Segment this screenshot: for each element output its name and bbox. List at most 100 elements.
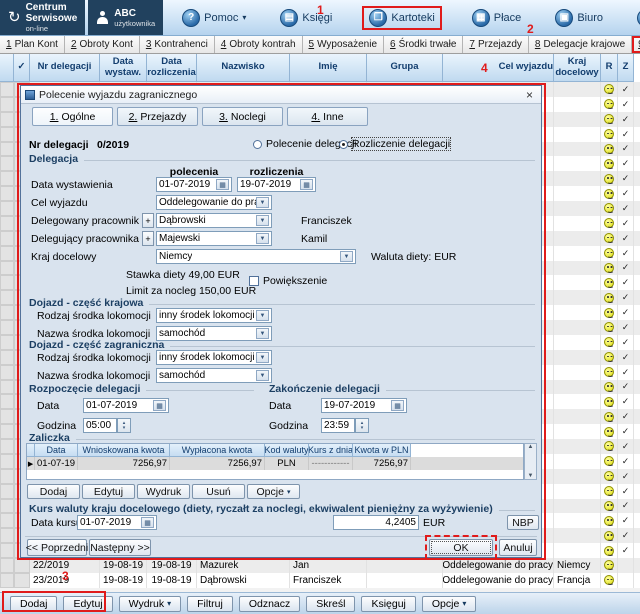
delegujacy-add-button[interactable]: + bbox=[142, 231, 154, 246]
radio-rozliczenie-delegacji[interactable]: Rozliczenie delegacji bbox=[339, 138, 450, 150]
close-icon[interactable]: × bbox=[522, 88, 537, 101]
data-rozliczenia-field[interactable]: 19-07-2019 ▦ bbox=[237, 177, 316, 192]
delegowany-select[interactable]: Dąbrowski ▼ bbox=[156, 213, 272, 228]
bottom-opcje-button[interactable]: Opcje▾ bbox=[422, 596, 476, 612]
tab-8[interactable]: 8Delegacje krajowe bbox=[529, 36, 632, 53]
tab-7[interactable]: 7Przejazdy bbox=[463, 36, 528, 53]
zal-col-header[interactable]: Wypłacona kwota bbox=[170, 444, 265, 457]
tab-9[interactable]: 9Delegacje zagraniczne bbox=[632, 36, 640, 53]
col-check[interactable]: ✓ bbox=[14, 54, 30, 82]
tab-label: Obroty kontrah bbox=[229, 39, 295, 50]
table-row[interactable]: 23/201919-08-1919-08-19DąbrowskiFrancisz… bbox=[0, 573, 640, 588]
dialog-tab-przejazdy[interactable]: 2.Przejazdy bbox=[117, 107, 198, 126]
cell-r bbox=[601, 112, 618, 127]
col-cel-wyjazdu[interactable]: Cel wyjazdu bbox=[443, 54, 554, 82]
toolbar-menu-system[interactable]: ⚙System bbox=[633, 7, 640, 29]
col-row-selector[interactable] bbox=[0, 54, 14, 82]
cel-wyjazdu-select[interactable]: Oddelegowanie do pracy ▼ bbox=[156, 195, 272, 210]
zaliczka-scrollbar[interactable]: ▲ ▼ bbox=[524, 443, 537, 480]
scroll-up-icon[interactable]: ▲ bbox=[528, 444, 534, 450]
delegujacy-select[interactable]: Majewski ▼ bbox=[156, 231, 272, 246]
toolbar-menu-ksiegi[interactable]: ▤Księgi bbox=[276, 7, 336, 29]
col-kraj-docelowy[interactable]: Kraj docelowy bbox=[554, 54, 601, 82]
previous-button[interactable]: << Poprzedni bbox=[27, 539, 87, 556]
toolbar-menu-biuro[interactable]: ▣Biuro bbox=[551, 7, 607, 29]
calendar-icon[interactable]: ▦ bbox=[391, 400, 404, 411]
dialog-tab-ogólne[interactable]: 1.Ogólne bbox=[32, 107, 113, 126]
col-nr-delegacji[interactable]: Nr delegacji bbox=[30, 54, 100, 82]
cell-r bbox=[601, 127, 618, 142]
kurs-value-field[interactable]: 4,2405 bbox=[333, 515, 419, 530]
app-logo[interactable]: ↻ Centrum Serwisowe on-line bbox=[0, 0, 85, 35]
check-icon: ✓ bbox=[622, 367, 630, 378]
bottom-odznacz-button[interactable]: Odznacz bbox=[239, 596, 300, 612]
delegowany-add-button[interactable]: + bbox=[142, 213, 154, 228]
col-data-wystaw[interactable]: Data wystaw. bbox=[100, 54, 147, 82]
zaliczka-usuń-button[interactable]: Usuń bbox=[192, 484, 245, 499]
zaliczka-row[interactable]: ▶01-07-197256,977256,97PLN------------72… bbox=[27, 457, 523, 470]
zaliczka-dodaj-button[interactable]: Dodaj bbox=[27, 484, 80, 499]
cell-r bbox=[601, 335, 618, 350]
time-spinner[interactable]: ▴▾ bbox=[355, 418, 369, 433]
check-icon: ✓ bbox=[622, 143, 630, 154]
toolbar-menu-pomoc[interactable]: ?Pomoc▾ bbox=[178, 7, 250, 29]
col-grupa[interactable]: Grupa bbox=[367, 54, 443, 82]
nazwa-lokomocji-zagraniczna-select[interactable]: samochód ▼ bbox=[156, 368, 272, 383]
check-icon: ✓ bbox=[622, 411, 630, 422]
col-data-rozliczenia[interactable]: Data rozliczenia bbox=[147, 54, 197, 82]
zal-col-header[interactable]: Data bbox=[35, 444, 78, 457]
zal-col-header[interactable]: Wnioskowana kwota bbox=[78, 444, 170, 457]
cell-z: ✓ bbox=[618, 454, 634, 469]
zal-col-header[interactable]: Kod waluty bbox=[265, 444, 309, 457]
calendar-icon[interactable]: ▦ bbox=[153, 400, 166, 411]
kraj-docelowy-select[interactable]: Niemcy ▼ bbox=[156, 249, 356, 264]
data-zakonczenia-field[interactable]: 19-07-2019 ▦ bbox=[321, 398, 407, 413]
calendar-icon[interactable]: ▦ bbox=[216, 179, 229, 190]
calendar-icon[interactable]: ▦ bbox=[141, 517, 154, 528]
nbp-button[interactable]: NBP bbox=[507, 515, 539, 530]
col-nazwisko[interactable]: Nazwisko bbox=[197, 54, 290, 82]
user-badge[interactable]: ABC użytkownika bbox=[88, 0, 163, 35]
data-kursu-field[interactable]: 01-07-2019 ▦ bbox=[77, 515, 157, 530]
toolbar-menu-kartoteki[interactable]: ❐Kartoteki bbox=[362, 6, 441, 30]
bottom-skreśl-button[interactable]: Skreśl bbox=[306, 596, 355, 612]
time-spinner[interactable]: ▴▾ bbox=[117, 418, 131, 433]
zal-col-header[interactable]: Kwota w PLN bbox=[353, 444, 411, 457]
calendar-icon[interactable]: ▦ bbox=[300, 179, 313, 190]
godzina-zakonczenia-field[interactable]: 23:59 bbox=[321, 418, 355, 433]
rodzaj-lokomocji-krajowa-select[interactable]: inny środek lokomocji ▼ bbox=[156, 308, 272, 323]
powiekszenie-checkbox[interactable]: Powiększenie bbox=[249, 275, 327, 287]
cancel-button[interactable]: Anuluj bbox=[499, 539, 537, 556]
zal-col-header[interactable]: Kurs z dnia bbox=[309, 444, 353, 457]
godzina-rozpoczecia-field[interactable]: 05:00 bbox=[83, 418, 117, 433]
dialog-tab-noclegi[interactable]: 3.Noclegi bbox=[202, 107, 283, 126]
ok-button[interactable]: OK bbox=[429, 539, 493, 556]
cell-z: ✓ bbox=[618, 499, 634, 514]
col-z[interactable]: Z bbox=[618, 54, 634, 82]
tab-1[interactable]: 1Plan Kont bbox=[0, 36, 65, 53]
bottom-edytuj-button[interactable]: Edytuj bbox=[63, 596, 112, 612]
tab-3[interactable]: 3Kontrahenci bbox=[140, 36, 215, 53]
toolbar-menu-place[interactable]: ▦Płace bbox=[468, 7, 526, 29]
data-polecenia-field[interactable]: 01-07-2019 ▦ bbox=[156, 177, 232, 192]
bottom-filtruj-button[interactable]: Filtruj bbox=[187, 596, 233, 612]
rodzaj-lokomocji-zagraniczna-select[interactable]: inny środek lokomocji ▼ bbox=[156, 350, 272, 365]
bottom-księguj-button[interactable]: Księguj bbox=[361, 596, 415, 612]
zaliczka-wydruk-button[interactable]: Wydruk bbox=[137, 484, 190, 499]
tab-5[interactable]: 5Wyposażenie bbox=[303, 36, 385, 53]
col-imie[interactable]: Imię bbox=[290, 54, 367, 82]
table-row[interactable]: 22/201919-08-1919-08-19MazurekJanOddeleg… bbox=[0, 558, 640, 573]
tab-6[interactable]: 6Środki trwałe bbox=[384, 36, 463, 53]
next-button[interactable]: Następny >> bbox=[89, 539, 151, 556]
zaliczka-edytuj-button[interactable]: Edytuj bbox=[82, 484, 135, 499]
scroll-down-icon[interactable]: ▼ bbox=[528, 473, 534, 479]
tab-2[interactable]: 2Obroty Kont bbox=[65, 36, 140, 53]
bottom-dodaj-button[interactable]: Dodaj bbox=[10, 596, 57, 612]
dialog-tab-inne[interactable]: 4.Inne bbox=[287, 107, 368, 126]
refresh-logo-icon: ↻ bbox=[8, 10, 21, 25]
tab-4[interactable]: 4Obroty kontrah bbox=[215, 36, 303, 53]
zaliczka-opcje-button[interactable]: Opcje▾ bbox=[247, 484, 300, 499]
bottom-wydruk-button[interactable]: Wydruk▾ bbox=[119, 596, 182, 612]
data-rozpoczecia-field[interactable]: 01-07-2019 ▦ bbox=[83, 398, 169, 413]
col-r[interactable]: R bbox=[601, 54, 618, 82]
